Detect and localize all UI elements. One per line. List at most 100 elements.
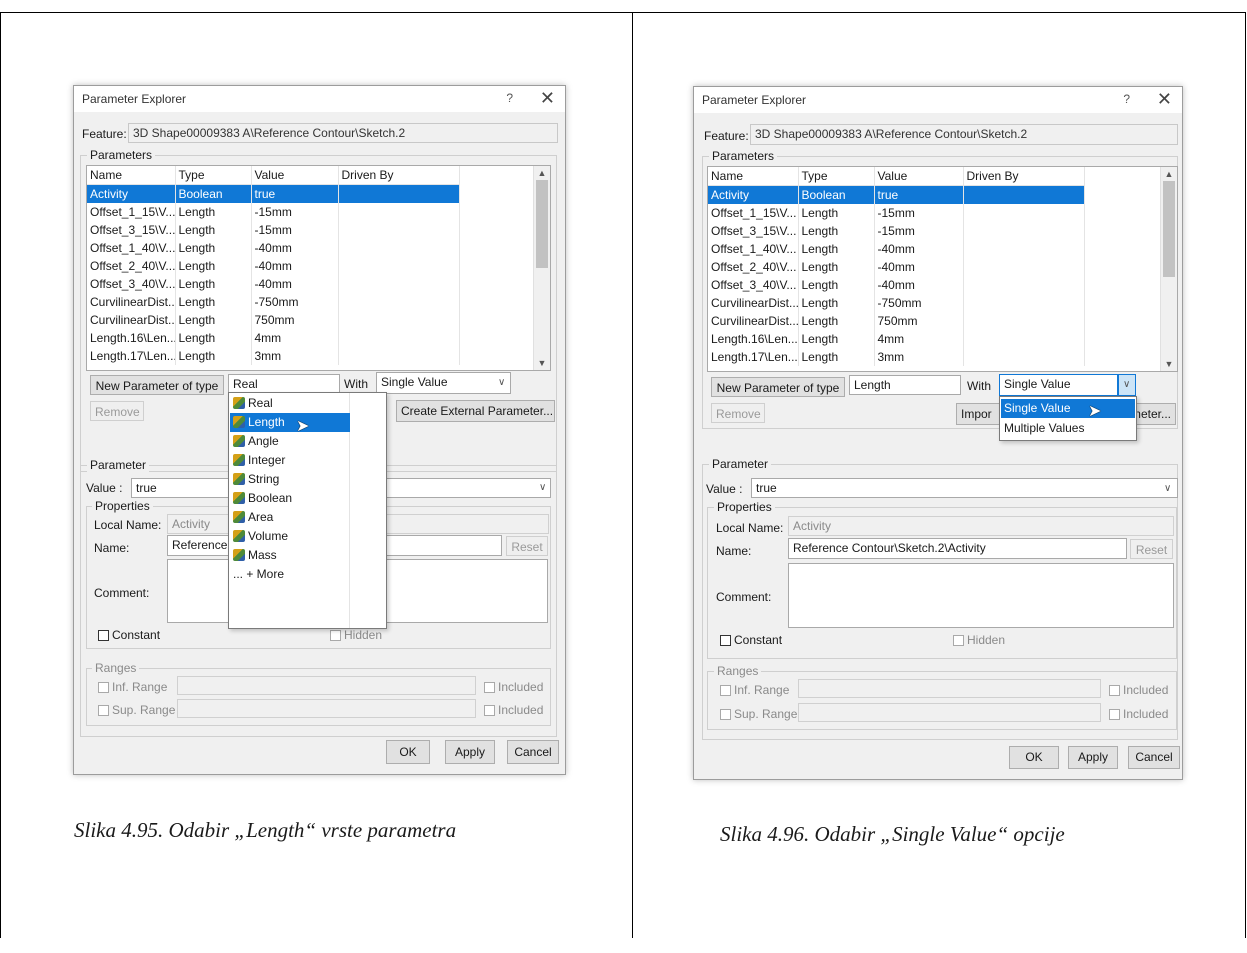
hidden-checkbox[interactable] — [330, 630, 341, 641]
column-header-value[interactable]: Value — [251, 166, 339, 185]
table-row[interactable]: Offset_3_15\V... Length -15mm — [87, 221, 460, 239]
close-icon[interactable]: ✕ — [540, 88, 555, 109]
parameters-table[interactable]: Name Type Value Driven By Activity Boolea… — [707, 166, 1178, 372]
scroll-up-icon[interactable]: ▲ — [1161, 167, 1177, 181]
sup-included-checkbox[interactable] — [484, 705, 495, 716]
page-left-border — [0, 12, 1, 938]
table-vertical-scrollbar[interactable]: ▲ ▼ — [533, 166, 550, 370]
help-icon[interactable]: ? — [506, 91, 513, 105]
table-row[interactable]: Offset_1_40\V... Length -40mm — [87, 239, 460, 257]
table-vertical-scrollbar[interactable]: ▲ ▼ — [1160, 167, 1177, 371]
parameter-type-combo[interactable]: Real — [228, 374, 340, 394]
column-header-driven-by[interactable]: Driven By — [963, 167, 1085, 186]
column-header-name[interactable]: Name — [87, 166, 176, 185]
chevron-down-icon[interactable]: ∨ — [539, 482, 546, 493]
table-row[interactable]: Offset_1_15\V... Length -15mm — [87, 203, 460, 221]
dropdown-item[interactable]: Mass — [230, 546, 350, 565]
sup-range-field — [798, 703, 1101, 722]
comment-textarea[interactable] — [788, 563, 1174, 628]
table-row[interactable]: Length.16\Len... Length 4mm — [708, 330, 1085, 348]
cancel-button[interactable]: Cancel — [1128, 746, 1180, 769]
dropdown-item[interactable]: String — [230, 470, 350, 489]
hidden-label: Hidden — [967, 633, 1006, 647]
reset-button[interactable]: Reset — [1130, 539, 1173, 559]
close-icon[interactable]: ✕ — [1157, 89, 1172, 110]
chevron-down-icon[interactable]: ∨ — [498, 377, 505, 388]
inf-included-checkbox[interactable] — [484, 682, 495, 693]
dropdown-item[interactable]: Real — [230, 394, 350, 413]
apply-button[interactable]: Apply — [445, 740, 495, 764]
apply-button[interactable]: Apply — [1068, 746, 1118, 769]
table-row[interactable]: Offset_1_40\V... Length -40mm — [708, 240, 1085, 258]
chevron-down-icon[interactable]: ∨ — [1164, 483, 1171, 494]
column-header-type[interactable]: Type — [798, 167, 875, 186]
hidden-checkbox[interactable] — [953, 635, 964, 646]
with-combo[interactable]: Single Value — [376, 372, 511, 394]
table-row[interactable]: Offset_2_40\V... Length -40mm — [708, 258, 1085, 276]
inf-range-checkbox[interactable] — [720, 685, 731, 696]
with-combo-arrow-button[interactable]: ∨ — [1118, 374, 1136, 396]
dropdown-item[interactable]: Boolean — [230, 489, 350, 508]
column-header-driven-by[interactable]: Driven By — [338, 166, 460, 185]
new-parameter-button[interactable]: New Parameter of type — [711, 377, 845, 397]
ok-button[interactable]: OK — [1009, 746, 1059, 769]
constant-checkbox[interactable] — [98, 630, 109, 641]
parameter-type-combo[interactable]: Length — [849, 375, 961, 395]
scrollbar-thumb[interactable] — [536, 180, 548, 268]
import-button[interactable]: Impor — [956, 403, 1002, 425]
remove-button[interactable]: Remove — [90, 401, 144, 421]
table-row[interactable]: CurvilinearDist... Length -750mm — [708, 294, 1085, 312]
column-header-type[interactable]: Type — [175, 166, 252, 185]
dropdown-item[interactable]: ... + More — [230, 565, 350, 584]
cell-name: Offset_3_15\V... — [708, 222, 799, 240]
sup-range-checkbox[interactable] — [720, 709, 731, 720]
scroll-down-icon[interactable]: ▼ — [1161, 357, 1177, 371]
table-row[interactable]: Activity Boolean true — [708, 185, 1085, 204]
remove-button[interactable]: Remove — [711, 403, 765, 423]
table-row[interactable]: CurvilinearDist... Length 750mm — [87, 311, 460, 329]
sup-included-checkbox[interactable] — [1109, 709, 1120, 720]
scrollbar-thumb[interactable] — [1163, 181, 1175, 277]
inf-range-checkbox[interactable] — [98, 682, 109, 693]
table-row[interactable]: Offset_3_15\V... Length -15mm — [708, 222, 1085, 240]
table-row[interactable]: CurvilinearDist... Length -750mm — [87, 293, 460, 311]
value-combo[interactable]: true — [751, 478, 1178, 498]
column-header-value[interactable]: Value — [874, 167, 964, 186]
dropdown-item[interactable]: Multiple Values — [1001, 419, 1135, 438]
table-row[interactable]: Offset_3_40\V... Length -40mm — [708, 276, 1085, 294]
cell-type: Boolean — [175, 184, 252, 203]
dropdown-item[interactable]: Single Value — [1001, 399, 1135, 418]
table-row[interactable]: Length.16\Len... Length 4mm — [87, 329, 460, 347]
with-dropdown[interactable]: Single Value Multiple Values — [999, 396, 1137, 441]
parameter-explorer-dialog-left: Parameter Explorer ? ✕ Feature: 3D Shape… — [73, 85, 566, 775]
dropdown-item[interactable]: Area — [230, 508, 350, 527]
dropdown-item[interactable]: Integer — [230, 451, 350, 470]
column-header-name[interactable]: Name — [708, 167, 799, 186]
table-row[interactable]: Offset_1_15\V... Length -15mm — [708, 204, 1085, 222]
parameter-type-icon — [233, 549, 245, 561]
sup-range-checkbox[interactable] — [98, 705, 109, 716]
scroll-up-icon[interactable]: ▲ — [534, 166, 550, 180]
dropdown-item[interactable]: Angle — [230, 432, 350, 451]
with-combo[interactable]: Single Value — [999, 374, 1118, 396]
reset-button[interactable]: Reset — [506, 536, 548, 556]
ok-button[interactable]: OK — [386, 740, 430, 764]
constant-checkbox[interactable] — [720, 635, 731, 646]
dropdown-item[interactable]: Length — [230, 413, 350, 432]
scroll-down-icon[interactable]: ▼ — [534, 356, 550, 370]
table-row[interactable]: Length.17\Len... Length 3mm — [87, 347, 460, 365]
inf-included-checkbox[interactable] — [1109, 685, 1120, 696]
cancel-button[interactable]: Cancel — [507, 740, 559, 764]
name-field[interactable]: Reference Contour\Sketch.2\Activity — [788, 538, 1127, 559]
parameters-table[interactable]: Name Type Value Driven By Activity Boolea… — [86, 165, 551, 371]
table-row[interactable]: Activity Boolean true — [87, 184, 460, 203]
dropdown-item[interactable]: Volume — [230, 527, 350, 546]
table-row[interactable]: CurvilinearDist... Length 750mm — [708, 312, 1085, 330]
table-row[interactable]: Length.17\Len... Length 3mm — [708, 348, 1085, 366]
inf-range-field — [177, 676, 476, 695]
new-parameter-button[interactable]: New Parameter of type — [90, 375, 224, 395]
table-row[interactable]: Offset_2_40\V... Length -40mm — [87, 257, 460, 275]
help-icon[interactable]: ? — [1123, 92, 1130, 106]
table-row[interactable]: Offset_3_40\V... Length -40mm — [87, 275, 460, 293]
create-external-parameter-button[interactable]: Create External Parameter... — [396, 400, 555, 422]
